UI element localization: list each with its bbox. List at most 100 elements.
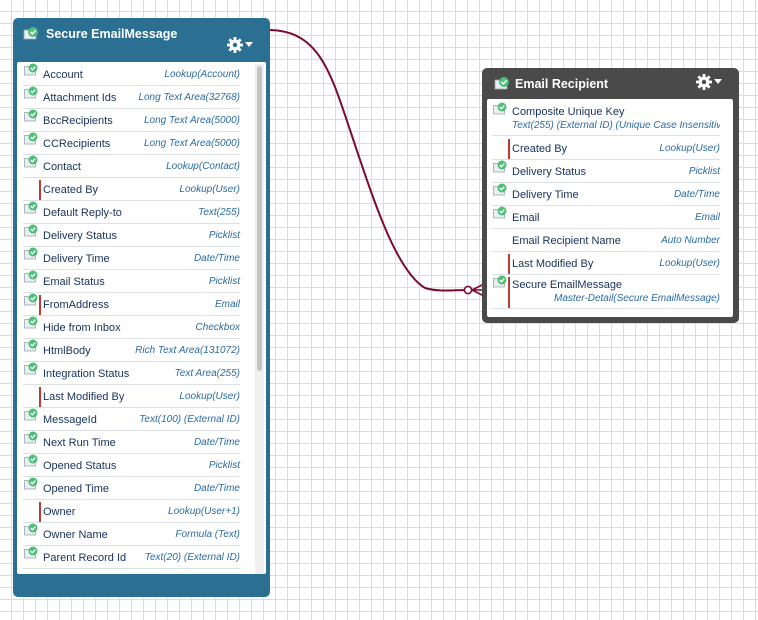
field-check-icon xyxy=(24,201,38,219)
required-indicator xyxy=(508,139,510,159)
field-row-last-modified-by[interactable]: Last Modified By Lookup(User) xyxy=(23,384,240,408)
scrollbar-thumb[interactable] xyxy=(257,66,262,371)
field-check-icon xyxy=(24,546,38,564)
required-indicator xyxy=(508,254,510,274)
field-name: Created By xyxy=(512,143,568,155)
field-type: Picklist xyxy=(208,230,240,241)
required-indicator xyxy=(39,502,41,522)
object-check-icon xyxy=(494,76,511,95)
field-check-icon xyxy=(24,316,38,334)
field-row-contact[interactable]: Contact Lookup(Contact) xyxy=(23,154,240,178)
field-row-ccrecipients[interactable]: CCRecipients Long Text Area(5000) xyxy=(23,131,240,155)
field-row-bccrecipients[interactable]: BccRecipients Long Text Area(5000) xyxy=(23,108,240,132)
field-row-composite-unique-key[interactable]: Composite Unique Key Text(255) (External … xyxy=(492,101,720,136)
field-row-account[interactable]: Account Lookup(Account) xyxy=(23,62,240,86)
field-row-delivery-status[interactable]: Delivery Status Picklist xyxy=(23,223,240,247)
field-check-icon xyxy=(24,339,38,357)
secure-emailmessage-card[interactable]: Secure EmailMessage Account Lookup(Accoun… xyxy=(13,18,270,597)
field-row-email-recipient-name[interactable]: Email Recipient Name Auto Number xyxy=(492,228,720,252)
field-type: Date/Time xyxy=(193,483,240,494)
field-type: Rich Text Area(131072) xyxy=(135,345,240,356)
field-list[interactable]: Composite Unique Key Text(255) (External … xyxy=(487,99,733,317)
field-row-attachment-ids[interactable]: Attachment Ids Long Text Area(32768) xyxy=(23,85,240,109)
field-row-created-by[interactable]: Created By Lookup(User) xyxy=(492,136,720,160)
field-check-icon xyxy=(493,160,507,178)
field-row-fromaddress[interactable]: FromAddress Email xyxy=(23,292,240,316)
email-recipient-card[interactable]: Email Recipient Composite Unique Key Text… xyxy=(482,68,739,323)
object-check-icon xyxy=(23,26,40,45)
object-menu-button[interactable] xyxy=(226,36,256,54)
field-type: Long Text Area(5000) xyxy=(144,115,240,126)
field-type: Text(20) (External ID) xyxy=(144,552,240,563)
field-check-icon xyxy=(493,275,507,293)
object-title: Secure EmailMessage xyxy=(46,27,178,41)
field-type: Text(255) xyxy=(198,207,240,218)
field-type: Long Text Area(32768) xyxy=(138,92,240,103)
field-list[interactable]: Account Lookup(Account) Attachment Ids Long… xyxy=(17,62,266,574)
field-row-created-by[interactable]: Created By Lookup(User) xyxy=(23,177,240,201)
field-name: Delivery Time xyxy=(43,253,110,265)
field-name: Email xyxy=(512,212,540,224)
object-menu-button[interactable] xyxy=(695,73,725,91)
field-row-parent-record-id[interactable]: Parent Record Id Text(20) (External ID) xyxy=(23,545,240,569)
field-check-icon xyxy=(24,431,38,449)
field-name: Account xyxy=(43,69,83,81)
field-name: Next Run Time xyxy=(43,437,116,449)
field-name: Delivery Status xyxy=(43,230,117,242)
field-type: Text(255) (External ID) (Unique Case Ins… xyxy=(512,120,720,131)
field-row-default-reply-to[interactable]: Default Reply-to Text(255) xyxy=(23,200,240,224)
field-type: Lookup(User+1) xyxy=(168,506,240,517)
field-name: Last Modified By xyxy=(43,391,125,403)
field-type: Date/Time xyxy=(193,437,240,448)
field-type: Picklist xyxy=(688,166,720,177)
field-row-secure-emailmessage[interactable]: Secure EmailMessage Master-Detail(Secure … xyxy=(492,274,720,309)
field-row-email[interactable]: Email Email xyxy=(492,205,720,229)
field-type: Long Text Area(5000) xyxy=(144,138,240,149)
field-name: CCRecipients xyxy=(43,138,111,150)
field-type: Text Area(255) xyxy=(174,368,240,379)
field-row-email-status[interactable]: Email Status Picklist xyxy=(23,269,240,293)
field-row-integration-status[interactable]: Integration Status Text Area(255) xyxy=(23,361,240,385)
field-name: Opened Time xyxy=(43,483,110,495)
field-row-owner-name[interactable]: Owner Name Formula (Text) xyxy=(23,522,240,546)
required-indicator xyxy=(39,295,41,315)
field-type: Text(100) (External ID) xyxy=(139,414,240,425)
gear-icon xyxy=(227,37,243,53)
field-row-delivery-status[interactable]: Delivery Status Picklist xyxy=(492,159,720,183)
field-check-icon xyxy=(24,247,38,265)
field-row-delivery-time[interactable]: Delivery Time Date/Time xyxy=(492,182,720,206)
gear-icon xyxy=(696,74,712,90)
field-row-htmlbody[interactable]: HtmlBody Rich Text Area(131072) xyxy=(23,338,240,362)
field-type: Lookup(User) xyxy=(659,143,720,154)
field-check-icon xyxy=(24,132,38,150)
field-check-icon xyxy=(24,224,38,242)
relationship-zero-icon xyxy=(463,285,473,295)
field-check-icon xyxy=(24,155,38,173)
field-name: Owner Name xyxy=(43,529,108,541)
field-type: Lookup(User) xyxy=(179,391,240,402)
field-check-icon xyxy=(493,183,507,201)
field-check-icon xyxy=(493,206,507,224)
field-type: Date/Time xyxy=(193,253,240,264)
field-type: Email xyxy=(694,212,720,223)
field-type: Master-Detail(Secure EmailMessage) xyxy=(554,293,720,304)
field-check-icon xyxy=(24,109,38,127)
field-name: Email Status xyxy=(43,276,105,288)
field-type: Picklist xyxy=(208,276,240,287)
field-check-icon xyxy=(24,454,38,472)
field-name: Delivery Time xyxy=(512,189,579,201)
field-row-messageid[interactable]: MessageId Text(100) (External ID) xyxy=(23,407,240,431)
relationship-line xyxy=(267,29,469,292)
field-row-opened-time[interactable]: Opened Time Date/Time xyxy=(23,476,240,500)
field-row-opened-status[interactable]: Opened Status Picklist xyxy=(23,453,240,477)
field-type: Checkbox xyxy=(195,322,240,333)
field-row-hide-from-inbox[interactable]: Hide from Inbox Checkbox xyxy=(23,315,240,339)
field-row-delivery-time[interactable]: Delivery Time Date/Time xyxy=(23,246,240,270)
field-type: Lookup(Account) xyxy=(164,69,240,80)
field-type: Lookup(User) xyxy=(659,258,720,269)
field-row-last-modified-by[interactable]: Last Modified By Lookup(User) xyxy=(492,251,720,275)
field-row-next-run-time[interactable]: Next Run Time Date/Time xyxy=(23,430,240,454)
field-name: Contact xyxy=(43,161,81,173)
field-type: Email xyxy=(214,299,240,310)
field-row-owner[interactable]: Owner Lookup(User+1) xyxy=(23,499,240,523)
